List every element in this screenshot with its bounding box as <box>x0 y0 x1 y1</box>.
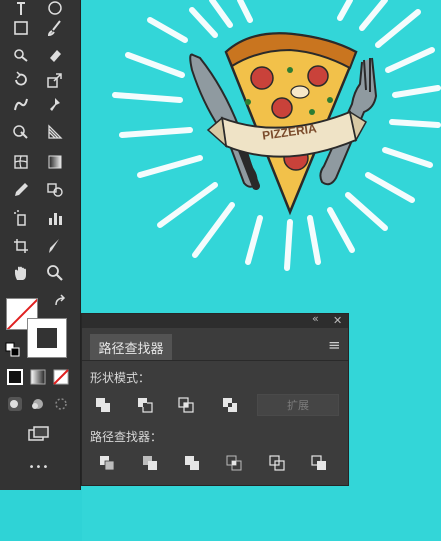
draw-normal-icon[interactable] <box>4 394 26 414</box>
pathfinders-label: 路径查找器： <box>90 430 163 444</box>
puppet-warp-icon[interactable] <box>10 95 32 115</box>
stroke-inner-box <box>37 328 57 348</box>
rectangle-tool-icon[interactable] <box>10 18 32 38</box>
close-panel-button[interactable]: ✕ <box>333 314 342 327</box>
minus-front-button[interactable] <box>134 395 156 415</box>
gradient-mode-icon[interactable] <box>27 367 49 387</box>
crop-button[interactable] <box>223 453 245 473</box>
eyedropper-icon[interactable] <box>10 180 32 200</box>
scale-tool-icon[interactable] <box>44 70 66 90</box>
exclude-button[interactable] <box>219 395 241 415</box>
shaper-tool-icon[interactable] <box>10 45 32 65</box>
pathfinder-panel: « ✕ 路径查找器 ≡ 形状模式： 扩展 路径查找器： <box>81 312 349 486</box>
gradient-tool-icon[interactable] <box>44 152 66 172</box>
eraser-icon[interactable] <box>44 45 66 65</box>
panel-menu-icon[interactable]: ≡ <box>328 336 341 354</box>
shape-modes-label: 形状模式： <box>90 371 151 385</box>
trim-button[interactable] <box>139 453 161 473</box>
color-mode-icon[interactable] <box>4 367 26 387</box>
divide-button[interactable] <box>96 453 118 473</box>
expand-button[interactable]: 扩展 <box>257 394 339 416</box>
zoom-tool-icon[interactable] <box>44 263 66 283</box>
artboard-tool-icon[interactable] <box>10 236 32 256</box>
outline-button[interactable] <box>266 453 288 473</box>
minus-back-button[interactable] <box>308 453 330 473</box>
draw-inside-icon[interactable] <box>50 394 72 414</box>
swap-fill-stroke-icon[interactable] <box>50 292 72 312</box>
none-mode-icon[interactable] <box>50 367 72 387</box>
merge-button[interactable] <box>181 453 203 473</box>
tab-divider <box>82 360 348 361</box>
shape-builder-icon[interactable] <box>10 122 32 142</box>
symbol-sprayer-icon[interactable] <box>10 208 32 228</box>
draw-behind-icon[interactable] <box>27 394 49 414</box>
panel-title-bar[interactable]: « ✕ <box>82 312 348 328</box>
paintbrush-icon[interactable] <box>44 18 66 38</box>
mesh-tool-icon[interactable] <box>10 152 32 172</box>
more-tools-button[interactable]: ••• <box>26 462 52 473</box>
collapse-panel-button[interactable]: « <box>312 312 319 325</box>
column-graph-icon[interactable] <box>44 208 66 228</box>
stroke-color-swatch[interactable] <box>27 318 67 358</box>
perspective-grid-icon[interactable] <box>44 122 66 142</box>
tools-panel: ••• <box>0 0 81 490</box>
intersect-button[interactable] <box>175 395 197 415</box>
pin-icon[interactable] <box>44 95 66 115</box>
hand-tool-icon[interactable] <box>10 263 32 283</box>
globe-icon[interactable] <box>44 0 66 20</box>
rotate-tool-icon[interactable] <box>10 70 32 90</box>
blend-tool-icon[interactable] <box>44 180 66 200</box>
slice-tool-icon[interactable] <box>44 236 66 256</box>
default-colors-icon[interactable] <box>2 340 24 360</box>
screen-mode-icon[interactable] <box>26 424 52 444</box>
tab-pathfinder[interactable]: 路径查找器 <box>90 334 172 360</box>
unite-button[interactable] <box>92 395 114 415</box>
type-tool-icon[interactable] <box>10 0 32 20</box>
